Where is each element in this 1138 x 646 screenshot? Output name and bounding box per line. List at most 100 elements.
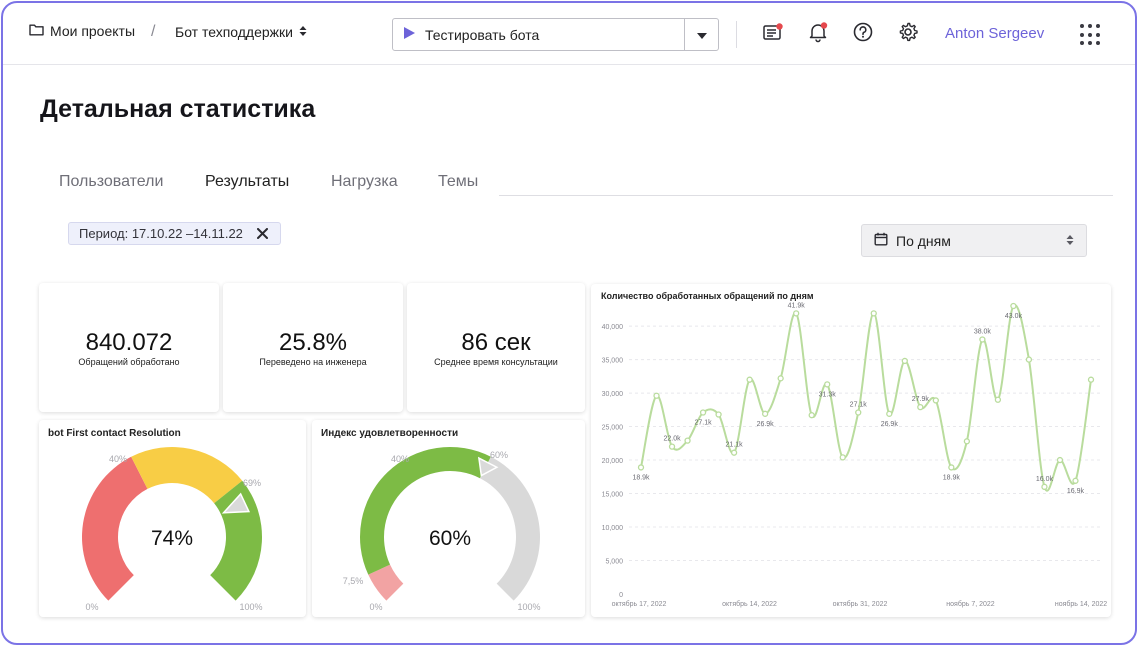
news-icon (762, 22, 784, 47)
data-label: 27.1k (695, 419, 713, 426)
tab-topics[interactable]: Темы (438, 173, 478, 191)
y-tick-label: 40,000 (602, 324, 624, 331)
kpi-card-avg-time: 86 сек Среднее время консультации (407, 283, 585, 412)
user-menu[interactable]: Anton Sergeev (945, 25, 1044, 42)
data-point[interactable] (917, 403, 924, 411)
y-tick-label: 35,000 (602, 358, 624, 365)
data-point[interactable] (1041, 483, 1048, 490)
play-icon (403, 26, 416, 43)
kpi-label: Обращений обработано (78, 357, 180, 367)
data-point[interactable] (901, 357, 908, 365)
tab-results[interactable]: Результаты (205, 173, 289, 191)
test-bot-control: Тестировать бота (392, 18, 719, 51)
notifications-button[interactable] (807, 21, 829, 48)
x-tick-label: октябрь 14, 2022 (722, 600, 777, 608)
calendar-icon (874, 232, 888, 249)
data-point[interactable] (1072, 477, 1079, 484)
data-point[interactable] (886, 410, 893, 417)
data-label: 18.9k (632, 474, 650, 481)
settings-button[interactable] (897, 21, 919, 48)
data-point[interactable] (808, 412, 815, 419)
data-label: 26.9k (881, 421, 899, 428)
data-point[interactable] (948, 464, 955, 471)
data-point[interactable] (839, 454, 846, 461)
top-bar: Мои проекты / Бот техподдержки Тестирова… (3, 3, 1135, 65)
gear-icon (897, 21, 919, 48)
news-button[interactable] (762, 22, 784, 47)
x-tick-label: октябрь 17, 2022 (612, 600, 667, 608)
tab-bar: Пользователи Результаты Нагрузка Темы (40, 165, 1113, 196)
data-label: 26.9k (757, 421, 775, 428)
data-point[interactable] (824, 381, 831, 388)
data-point[interactable] (684, 437, 691, 444)
data-point[interactable] (730, 449, 738, 456)
data-label: 16.0k (1036, 476, 1054, 483)
data-label: 16.9k (1067, 488, 1085, 495)
y-tick-label: 30,000 (602, 391, 624, 398)
data-label: 31.3k (819, 391, 837, 398)
data-point[interactable] (746, 376, 753, 383)
test-bot-button[interactable]: Тестировать бота (393, 19, 684, 50)
gauge-value: 60% (429, 527, 471, 550)
data-point[interactable] (855, 409, 862, 416)
tab-users[interactable]: Пользователи (59, 173, 163, 191)
data-label: 41.9k (788, 302, 806, 309)
kpi-value: 25.8% (278, 329, 348, 356)
data-point[interactable] (793, 310, 800, 317)
kpi-value: 840.072 (85, 329, 173, 356)
data-point[interactable] (870, 310, 877, 317)
kpi-label: Среднее время консультации (434, 357, 558, 367)
breadcrumb-projects[interactable]: Мои проекты (29, 23, 135, 39)
data-point[interactable] (963, 438, 971, 445)
gauge-label-mid2: 60% (490, 450, 508, 460)
data-point[interactable] (994, 396, 1002, 403)
gauge-label-start: 0% (369, 602, 382, 612)
data-point[interactable] (1010, 302, 1017, 310)
data-point[interactable] (1087, 376, 1095, 383)
kpi-card-escalated: 25.8% Переведено на инженера (223, 283, 403, 412)
bot-selector-label: Бот техподдержки (175, 24, 293, 40)
data-point[interactable] (777, 375, 784, 382)
caret-down-icon (696, 26, 707, 44)
data-point[interactable] (979, 336, 986, 343)
series-line (640, 304, 1092, 492)
kpi-label: Переведено на инженера (259, 357, 367, 367)
page-title: Детальная статистика (40, 95, 316, 123)
sort-updown-icon (1066, 233, 1074, 249)
data-point[interactable] (637, 464, 645, 471)
apps-grid-button[interactable] (1080, 24, 1102, 46)
help-button[interactable] (852, 22, 874, 45)
data-point[interactable] (1056, 456, 1064, 464)
tab-load[interactable]: Нагрузка (331, 173, 398, 191)
bell-icon (807, 21, 829, 48)
data-label: 21.1k (726, 442, 744, 449)
data-label: 43.0k (1005, 313, 1023, 320)
line-chart: 0 5,000 10,000 15,000 20,000 25,000 30,000 35,0… (602, 302, 1108, 608)
gauge-value: 74% (151, 527, 193, 550)
period-filter-label: Период: 17.10.22 –14.11.22 (79, 226, 243, 241)
y-tick-label: 10,000 (602, 525, 624, 532)
data-point[interactable] (668, 443, 676, 450)
x-tick-label: октябрь 31, 2022 (833, 600, 888, 608)
y-tick-label: 5,000 (605, 559, 623, 566)
y-tick-label: 20,000 (602, 458, 624, 465)
data-point[interactable] (1025, 356, 1033, 363)
data-point[interactable] (715, 411, 722, 418)
bot-selector[interactable]: Бот техподдержки (175, 24, 307, 40)
data-point[interactable] (653, 392, 660, 399)
y-tick-label: 25,000 (602, 425, 624, 432)
close-icon[interactable] (256, 228, 268, 239)
gauge-label-mid1: 40% (391, 454, 409, 464)
test-bot-dropdown-toggle[interactable] (684, 19, 718, 50)
gauge-label-mid2: 69% (243, 478, 261, 488)
data-point[interactable] (761, 410, 769, 417)
grouping-select[interactable]: По дням (861, 224, 1087, 257)
data-point[interactable] (699, 409, 707, 416)
gauge-label-mid1: 40% (109, 454, 127, 464)
data-point[interactable] (932, 397, 939, 404)
gauge-segment-1 (360, 447, 491, 575)
gauge-segment-2 (479, 456, 540, 601)
gauge-label-low: 7,5% (343, 576, 364, 586)
line-chart-card: Количество обработанных обращений по дня… (591, 284, 1111, 617)
folder-icon (29, 23, 44, 39)
